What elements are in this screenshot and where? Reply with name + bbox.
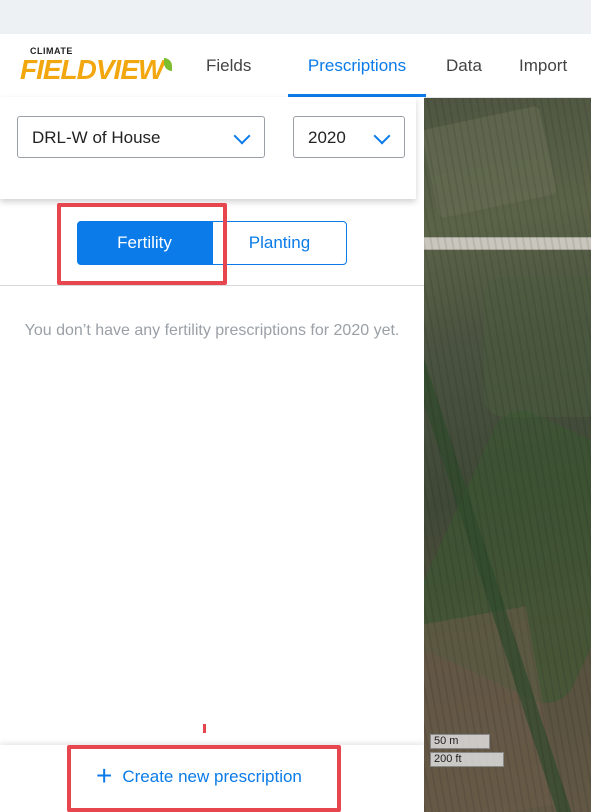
divider: [0, 285, 424, 286]
top-strip: [0, 0, 591, 34]
highlight-box-create: [67, 745, 341, 812]
chevron-down-icon: [233, 127, 251, 145]
field-select[interactable]: DRL-W of House: [17, 116, 265, 158]
nav-fields[interactable]: Fields: [206, 34, 251, 97]
leaf-icon: [164, 58, 173, 71]
tab-planting[interactable]: Planting: [212, 221, 347, 265]
nav-import[interactable]: Import: [519, 34, 567, 97]
bottom-action-bar: + Create new prescription: [0, 745, 424, 812]
prescriptions-panel: DRL-W of House 2020 Fertility Planting Y…: [0, 97, 424, 812]
selector-card: DRL-W of House 2020: [0, 97, 416, 199]
field-select-value: DRL-W of House: [32, 128, 161, 147]
climate-fieldview-logo[interactable]: CLIMATE FIELDVIEW: [20, 46, 173, 84]
year-select[interactable]: 2020: [293, 116, 405, 158]
satellite-map[interactable]: [424, 97, 591, 812]
map-scale-metric: 50 m: [430, 734, 490, 749]
nav-data[interactable]: Data: [446, 34, 482, 97]
highlight-box-fertility: [57, 203, 227, 285]
nav-prescriptions[interactable]: Prescriptions: [288, 34, 426, 97]
red-marker: [203, 724, 206, 733]
map-texture: [424, 97, 591, 812]
app-header: CLIMATE FIELDVIEW Fields Prescriptions D…: [0, 34, 591, 98]
logo-fieldview-text: FIELDVIEW: [20, 56, 173, 84]
empty-state-message: You don’t have any fertility prescriptio…: [24, 322, 400, 339]
year-select-value: 2020: [308, 128, 346, 147]
chevron-down-icon: [373, 127, 391, 145]
map-scale-imperial: 200 ft: [430, 752, 504, 767]
